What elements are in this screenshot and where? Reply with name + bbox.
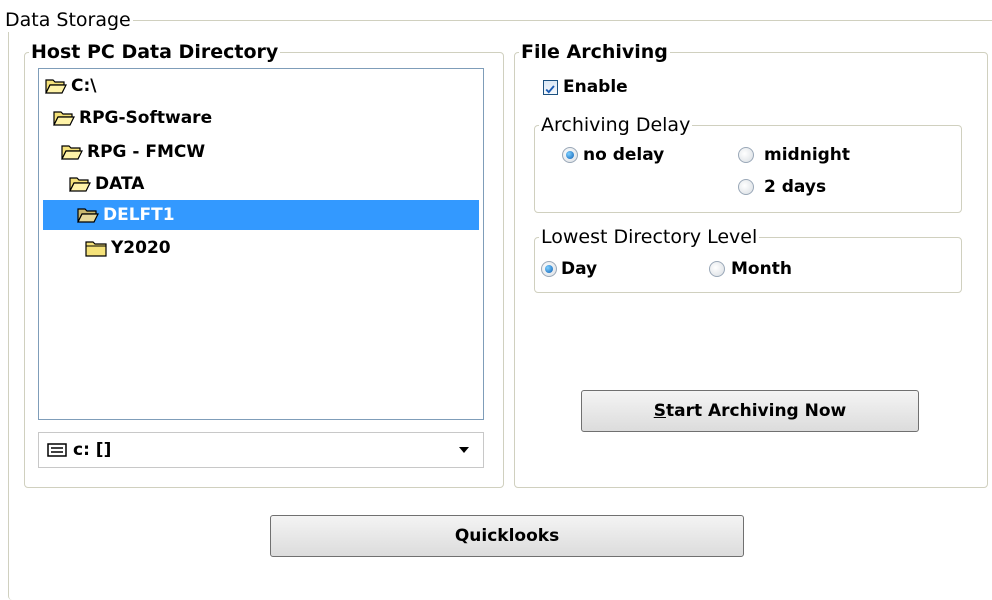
radio-no-delay-label[interactable]: no delay xyxy=(583,145,664,165)
radio-day-label[interactable]: Day xyxy=(561,259,597,279)
radio-no-delay[interactable] xyxy=(562,147,578,163)
chevron-down-icon[interactable] xyxy=(459,447,469,453)
start-archiving-label: tart Archiving Now xyxy=(665,401,847,421)
radio-2-days[interactable] xyxy=(738,179,754,195)
archiving-delay-group: Archiving Delay xyxy=(534,113,962,213)
enable-checkbox[interactable] xyxy=(543,80,558,95)
tree-item-y2020[interactable]: Y2020 xyxy=(85,233,171,263)
radio-midnight-label[interactable]: midnight xyxy=(764,145,850,165)
closed-folder-icon xyxy=(85,241,107,257)
drive-icon xyxy=(47,443,67,457)
tree-item-rpg-fmcw[interactable]: RPG - FMCW xyxy=(61,137,205,167)
drive-select[interactable]: c: [] xyxy=(38,432,484,468)
tree-item-c-drive[interactable]: C:\ xyxy=(45,71,96,101)
radio-day[interactable] xyxy=(541,261,557,277)
drive-value: c: [] xyxy=(73,440,112,460)
host-pc-title: Host PC Data Directory xyxy=(29,40,281,64)
quicklooks-button[interactable]: Quicklooks xyxy=(270,515,744,557)
data-storage-title: Data Storage xyxy=(3,8,133,32)
tree-item-rpg-software[interactable]: RPG-Software xyxy=(53,103,212,133)
start-archiving-button[interactable]: Start Archiving Now xyxy=(581,390,919,432)
radio-month-label[interactable]: Month xyxy=(731,259,792,279)
tree-item-label: Y2020 xyxy=(111,238,171,258)
open-folder-icon xyxy=(61,145,83,160)
tree-item-data[interactable]: DATA xyxy=(69,169,144,199)
open-folder-icon xyxy=(69,177,91,192)
quicklooks-label: Quicklooks xyxy=(454,526,560,546)
enable-label[interactable]: Enable xyxy=(563,77,628,97)
archiving-delay-title: Archiving Delay xyxy=(539,113,693,137)
radio-2-days-label[interactable]: 2 days xyxy=(764,177,826,197)
tree-item-label: RPG - FMCW xyxy=(87,142,206,162)
tree-item-delft1[interactable]: DELFT1 xyxy=(43,200,479,230)
radio-midnight[interactable] xyxy=(738,147,754,163)
radio-month[interactable] xyxy=(709,261,725,277)
checkmark-icon xyxy=(545,85,555,94)
file-archiving-title: File Archiving xyxy=(519,40,670,64)
tree-item-label: C:\ xyxy=(71,76,97,96)
open-folder-icon xyxy=(53,111,75,126)
open-folder-icon xyxy=(77,208,99,223)
lowest-level-title: Lowest Directory Level xyxy=(539,225,760,249)
tree-item-label: RPG-Software xyxy=(79,108,213,128)
tree-item-label: DELFT1 xyxy=(103,205,175,225)
tree-item-label: DATA xyxy=(95,174,145,194)
directory-tree[interactable]: C:\ RPG-Software RPG - FMCW DATA DELFT1 xyxy=(38,68,484,420)
open-folder-icon xyxy=(45,79,67,94)
start-archiving-mnemonic: S xyxy=(653,401,666,421)
